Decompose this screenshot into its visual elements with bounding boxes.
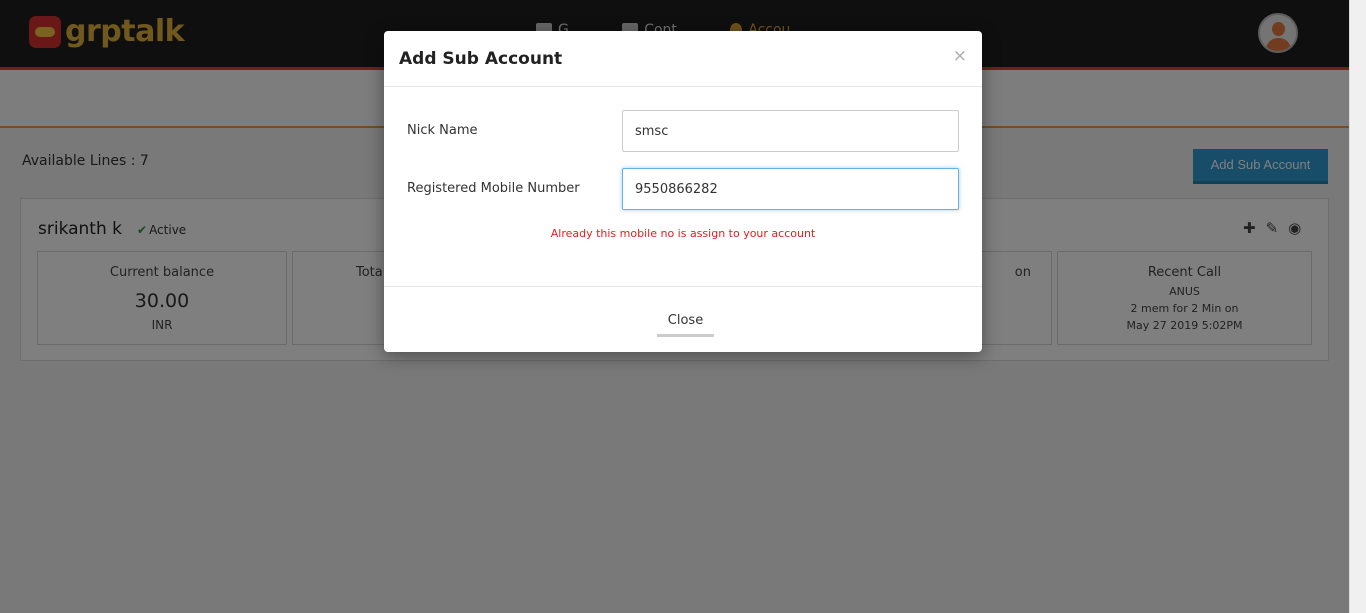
page-scrollbar[interactable]: [1349, 0, 1366, 613]
close-button[interactable]: Close: [657, 307, 714, 337]
modal-title: Add Sub Account: [399, 49, 563, 69]
close-icon[interactable]: ×: [953, 48, 967, 65]
error-message: Already this mobile no is assign to your…: [550, 227, 816, 240]
modal-header: Add Sub Account ×: [384, 31, 982, 87]
add-sub-account-modal: Add Sub Account × Nick Name Registered M…: [384, 31, 982, 352]
nick-name-label: Nick Name: [407, 123, 478, 138]
mobile-number-field[interactable]: [622, 168, 959, 210]
modal-footer: Close: [384, 286, 982, 352]
nick-name-field[interactable]: [622, 110, 959, 152]
mobile-number-label: Registered Mobile Number: [407, 181, 580, 196]
